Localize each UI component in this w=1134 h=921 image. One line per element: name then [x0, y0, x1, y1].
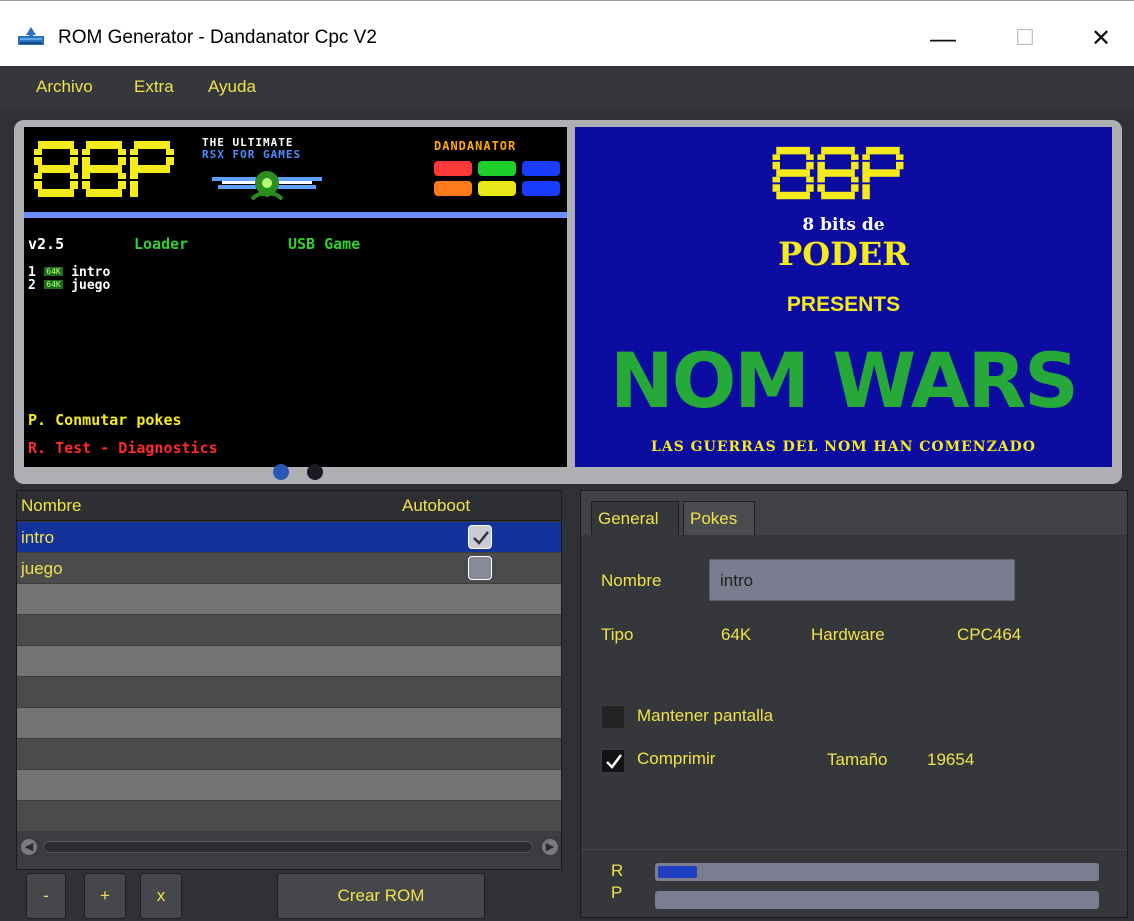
- table-row-empty: [17, 801, 561, 831]
- nombre-label: Nombre: [601, 571, 662, 590]
- add-rom-button[interactable]: +: [84, 873, 126, 919]
- table-row[interactable]: juego: [17, 553, 561, 583]
- menu-archivo[interactable]: Archivo: [36, 77, 93, 97]
- dandanator-buttons-image: [434, 161, 560, 196]
- create-rom-button[interactable]: Crear ROM: [277, 873, 485, 919]
- entry-badge: 64K: [44, 267, 63, 276]
- autoboot-checkbox[interactable]: [468, 556, 492, 580]
- menu-extra[interactable]: Extra: [134, 77, 174, 97]
- maximize-button[interactable]: ☐: [1002, 17, 1048, 59]
- menu-bar: Archivo Extra Ayuda: [0, 66, 1134, 108]
- hardware-value: CPC464: [957, 625, 1022, 644]
- 8bp-logo-image: [34, 141, 174, 197]
- tamano-value: 19654: [927, 750, 975, 769]
- table-row-empty: [17, 615, 561, 645]
- table-header: Nombre Autoboot: [17, 491, 561, 521]
- mantener-pantalla-checkbox[interactable]: [601, 705, 625, 729]
- presents-label: PRESENTS: [786, 293, 901, 316]
- loader-version: v2.5: [28, 235, 65, 253]
- autoboot-checkbox[interactable]: [468, 525, 492, 549]
- tab-general[interactable]: General: [591, 501, 679, 535]
- tagline-line-2: RSX FOR GAMES: [202, 148, 302, 161]
- nombre-field[interactable]: intro: [709, 559, 1015, 601]
- check-icon: [473, 531, 489, 545]
- comprimir-label[interactable]: Comprimir: [637, 749, 715, 769]
- dandanator-brand: DANDANATOR: [434, 139, 517, 153]
- scroll-left-icon[interactable]: ◀: [21, 839, 37, 855]
- entry-badge: 64K: [44, 280, 63, 289]
- loader-entry: 1 64K intro: [28, 263, 110, 279]
- remove-rom-button[interactable]: -: [26, 873, 66, 919]
- title-bar: ROM Generator - Dandanator Cpc V2 — ☐ ✕: [0, 0, 1134, 66]
- tab-bar: General Pokes: [581, 491, 1127, 535]
- row-name: juego: [21, 559, 63, 578]
- test-option: R. Test - Diagnostics: [28, 439, 218, 457]
- p-label: P: [611, 883, 623, 902]
- comprimir-checkbox[interactable]: [601, 749, 625, 773]
- main-area: THE ULTIMATE RSX FOR GAMES DANDANATOR v2…: [0, 108, 1134, 921]
- table-row-empty: [17, 770, 561, 800]
- scroll-track[interactable]: [43, 841, 533, 853]
- scroll-right-icon[interactable]: ▶: [542, 839, 558, 855]
- minimize-button[interactable]: —: [920, 17, 966, 59]
- r-progress-bar: [655, 863, 1099, 881]
- window-title: ROM Generator - Dandanator Cpc V2: [58, 27, 377, 48]
- subtitle-bits: 8 bits de: [802, 215, 885, 235]
- check-icon: [606, 754, 622, 769]
- tipo-label: Tipo: [601, 625, 634, 644]
- clear-button[interactable]: x: [140, 873, 182, 919]
- loader-entry: 2 64K juego: [28, 276, 110, 292]
- entry-number: 2: [28, 278, 36, 293]
- table-row-empty: [17, 584, 561, 614]
- hardware-label: Hardware: [811, 625, 885, 644]
- tab-pokes[interactable]: Pokes: [683, 501, 755, 535]
- table-row-empty: [17, 677, 561, 707]
- rom-table: Nombre Autoboot intro juego ◀ ▶: [16, 490, 562, 870]
- table-row-empty: [17, 708, 561, 738]
- tipo-value: 64K: [721, 625, 752, 644]
- entry-name: juego: [71, 278, 111, 293]
- column-header-autoboot[interactable]: Autoboot: [402, 496, 470, 516]
- horizontal-scrollbar[interactable]: ◀ ▶: [17, 836, 561, 858]
- r-label: R: [611, 861, 624, 880]
- carousel-dot-active[interactable]: [273, 464, 289, 480]
- column-header-nombre[interactable]: Nombre: [21, 496, 81, 516]
- mantener-pantalla-label[interactable]: Mantener pantalla: [637, 706, 773, 726]
- menu-ayuda[interactable]: Ayuda: [208, 77, 256, 97]
- table-row-empty: [17, 646, 561, 676]
- wings-emblem-image: [212, 171, 322, 201]
- game-title: NOM WARS: [610, 336, 1079, 425]
- p-progress-bar: [655, 891, 1099, 909]
- close-button[interactable]: ✕: [1078, 17, 1124, 59]
- row-name: intro: [21, 528, 55, 547]
- app-icon: [18, 27, 44, 45]
- carousel-dot[interactable]: [307, 464, 323, 480]
- r-progress-fill: [658, 866, 697, 878]
- tagline: THE ULTIMATE RSX FOR GAMES: [202, 137, 301, 161]
- loader-screen: THE ULTIMATE RSX FOR GAMES DANDANATOR v2…: [24, 127, 567, 467]
- table-body: intro juego: [17, 522, 561, 832]
- tamano-label: Tamaño: [827, 750, 888, 769]
- poder-title: PODER: [778, 235, 909, 273]
- table-row[interactable]: intro: [17, 522, 561, 552]
- divider: [581, 849, 1127, 850]
- 8bp-logo-image: [772, 146, 904, 200]
- screen-preview: THE ULTIMATE RSX FOR GAMES DANDANATOR v2…: [14, 120, 1122, 484]
- pokes-option: P. Conmutar pokes: [28, 411, 182, 429]
- game-subtitle: LAS GUERRAS DEL NOM HAN COMENZADO: [650, 439, 1037, 455]
- details-panel: General Pokes Nombre intro Tipo 64K Hard…: [580, 490, 1128, 918]
- table-row-empty: [17, 739, 561, 769]
- loader-entry-list: 1 64K intro 2 64K juego: [28, 263, 110, 292]
- game-title-screen: 8 bits de PODER PRESENTS NOM WARS LAS GU…: [575, 127, 1112, 467]
- loader-label: Loader: [134, 235, 189, 253]
- usb-game-label: USB Game: [288, 235, 361, 253]
- divider: [24, 212, 567, 218]
